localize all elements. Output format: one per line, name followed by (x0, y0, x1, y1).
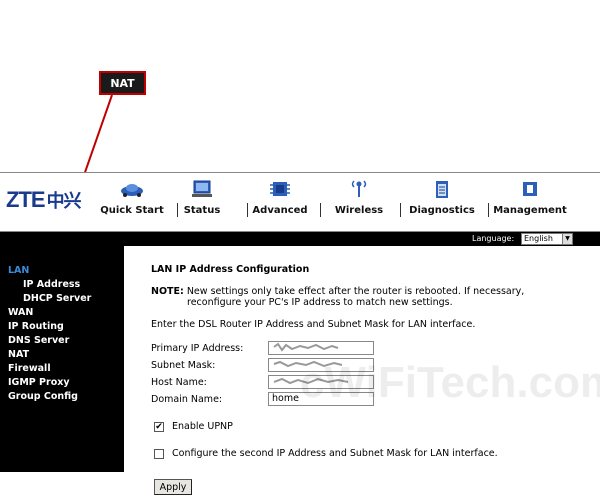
primary-ip-label: Primary IP Address: (151, 343, 244, 354)
sidebar-item-wan[interactable]: WAN (8, 307, 33, 318)
monitor-icon (192, 180, 212, 197)
nav-divider (400, 203, 401, 217)
callout-label: NAT (110, 76, 135, 90)
nav-advanced[interactable]: Advanced (250, 179, 310, 227)
sidebar-item-lan[interactable]: LAN (8, 265, 29, 276)
logo-latin: ZTE (6, 187, 46, 212)
note-line-1: New settings only take effect after the … (186, 286, 525, 297)
antenna-icon (351, 180, 367, 197)
note-text: NOTE: New settings only take effect afte… (151, 286, 571, 308)
host-name-label: Host Name: (151, 377, 207, 388)
nav-label: Management (493, 205, 567, 216)
logo-chinese: 中兴 (46, 191, 82, 211)
enable-upnp-row: ✔ Enable UPNP (154, 421, 233, 432)
nav-divider (177, 203, 178, 217)
note-line-2: reconfigure your PC's IP address to matc… (187, 297, 453, 308)
second-ip-row: Configure the second IP Address and Subn… (154, 448, 498, 459)
language-value: English (524, 234, 553, 243)
language-select[interactable]: English ▼ (521, 233, 573, 245)
language-bar: Language: English ▼ (0, 232, 600, 246)
nat-callout: NAT (99, 71, 146, 95)
sidebar-item-group-config[interactable]: Group Config (8, 391, 78, 402)
nav-diagnostics[interactable]: Diagnostics (408, 179, 476, 227)
second-ip-checkbox[interactable] (154, 448, 164, 459)
nav-label: Status (183, 205, 221, 216)
subnet-mask-label: Subnet Mask: (151, 360, 216, 371)
sidebar: LAN IP Address DHCP Server WAN IP Routin… (0, 246, 124, 472)
nav-label: Wireless (334, 205, 384, 216)
enable-upnp-label: Enable UPNP (172, 421, 233, 432)
chip-icon (270, 182, 290, 196)
top-header: ZTE 中兴 Quick Start Status Advanced Wirele… (0, 172, 600, 232)
enable-upnp-checkbox[interactable]: ✔ (154, 421, 164, 432)
nav-label: Advanced (252, 205, 308, 216)
clipboard-icon (436, 181, 448, 198)
nav-divider (247, 203, 248, 217)
note-label: NOTE: (151, 286, 184, 297)
apply-button[interactable]: Apply (154, 479, 192, 495)
car-icon (121, 184, 143, 197)
nav-status[interactable]: Status (182, 179, 222, 227)
sidebar-item-firewall[interactable]: Firewall (8, 363, 51, 374)
sidebar-item-dhcp-server[interactable]: DHCP Server (23, 293, 91, 304)
sidebar-item-ip-routing[interactable]: IP Routing (8, 321, 64, 332)
nav-divider (320, 203, 321, 217)
nav-label: Quick Start (100, 205, 164, 216)
zte-logo: ZTE 中兴 (6, 187, 82, 213)
second-ip-label: Configure the second IP Address and Subn… (172, 448, 498, 459)
sidebar-item-ip-address[interactable]: IP Address (23, 279, 80, 290)
watermark: cWiFiTech.com (300, 358, 600, 407)
sidebar-item-dns-server[interactable]: DNS Server (8, 335, 69, 346)
box-icon (523, 182, 537, 196)
language-label: Language: (472, 234, 515, 243)
domain-name-label: Domain Name: (151, 394, 223, 405)
nav-wireless[interactable]: Wireless (332, 179, 386, 227)
sidebar-item-nat[interactable]: NAT (8, 349, 29, 360)
nav-management[interactable]: Management (493, 179, 567, 227)
page-title: LAN IP Address Configuration (151, 264, 310, 275)
primary-ip-input[interactable] (268, 341, 374, 355)
instruction-text: Enter the DSL Router IP Address and Subn… (151, 319, 476, 330)
sidebar-item-igmp-proxy[interactable]: IGMP Proxy (8, 377, 70, 388)
nav-quick-start[interactable]: Quick Start (100, 179, 164, 227)
nav-label: Diagnostics (409, 205, 475, 216)
nav-divider (488, 203, 489, 217)
chevron-down-icon: ▼ (562, 234, 572, 244)
redacted-scribble (273, 342, 339, 352)
